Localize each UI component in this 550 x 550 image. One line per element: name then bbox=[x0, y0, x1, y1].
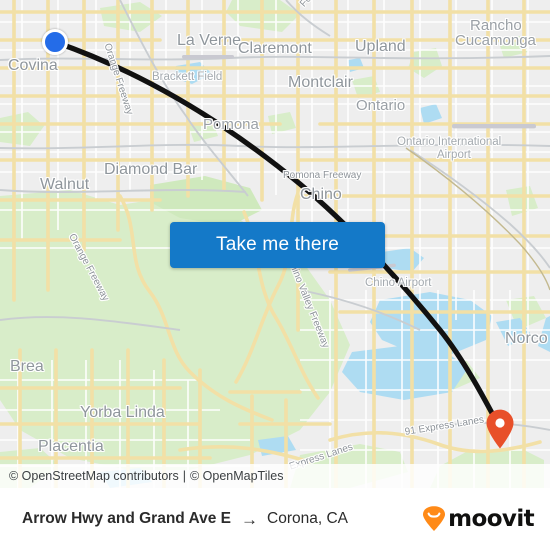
trip-destination-label: Corona, CA bbox=[267, 510, 348, 527]
moovit-trip-map-screen: Covina La Verne Claremont Upland Rancho Cucam… bbox=[0, 0, 550, 550]
destination-marker[interactable] bbox=[485, 409, 515, 449]
osm-attribution-link[interactable]: © OpenStreetMap contributors bbox=[9, 469, 179, 483]
map-attribution: © OpenStreetMap contributors | © OpenMap… bbox=[0, 464, 550, 488]
moovit-pin-icon bbox=[423, 506, 446, 531]
map-pin-icon bbox=[486, 409, 514, 449]
arrow-right-icon: → bbox=[241, 509, 259, 529]
take-me-there-button[interactable]: Take me there bbox=[170, 222, 385, 268]
origin-marker[interactable] bbox=[42, 29, 68, 55]
moovit-wordmark: moovit bbox=[448, 506, 534, 532]
trip-origin-label: Arrow Hwy and Grand Ave E bbox=[22, 510, 232, 527]
openmaptiles-attribution-link[interactable]: © OpenMapTiles bbox=[190, 469, 284, 483]
trip-footer: Arrow Hwy and Grand Ave E → Corona, CA m… bbox=[0, 488, 550, 550]
attribution-separator: | bbox=[182, 469, 186, 483]
take-me-there-label: Take me there bbox=[216, 234, 339, 255]
map-canvas[interactable]: Covina La Verne Claremont Upland Rancho Cucam… bbox=[0, 0, 550, 488]
trip-summary: Arrow Hwy and Grand Ave E → Corona, CA bbox=[22, 510, 348, 528]
moovit-logo[interactable]: moovit bbox=[422, 506, 535, 532]
